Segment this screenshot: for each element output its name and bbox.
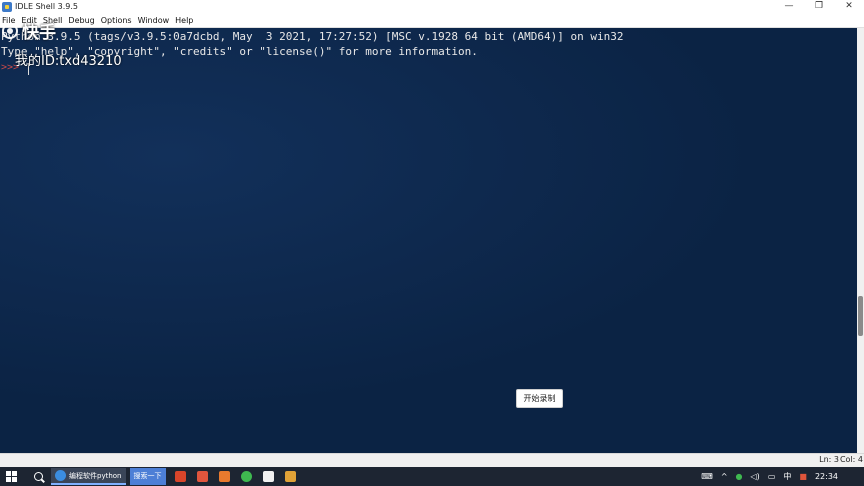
- tray-app-icon[interactable]: ●: [736, 472, 743, 481]
- start-menu-icon[interactable]: [6, 471, 17, 482]
- status-line-number: Ln: 3: [819, 455, 839, 464]
- vertical-scrollbar[interactable]: [857, 28, 864, 453]
- system-clock[interactable]: 22:34: [815, 472, 838, 481]
- status-column-number: Col: 4: [839, 455, 863, 464]
- app-orange-icon[interactable]: [218, 470, 232, 484]
- python-idle-icon: [2, 1, 12, 12]
- start-recording-button[interactable]: 开始录制: [516, 389, 563, 408]
- volume-icon[interactable]: ◁): [751, 472, 760, 481]
- file-explorer-icon[interactable]: [284, 470, 298, 484]
- window-controls: — ❐ ✕: [774, 0, 864, 13]
- menu-bar: File Edit Shell Debug Options Window Hel…: [0, 13, 864, 28]
- menu-debug[interactable]: Debug: [65, 13, 97, 28]
- minimize-button[interactable]: —: [774, 0, 804, 13]
- shell-text-area[interactable]: Python 3.9.5 (tags/v3.9.5:0a7dcbd, May 3…: [0, 28, 857, 453]
- tray-chevron-up-icon[interactable]: ^: [721, 472, 728, 481]
- keyboard-icon[interactable]: ⌨: [701, 472, 713, 481]
- shell-banner-line: Python 3.9.5 (tags/v3.9.5:0a7dcbd, May 3…: [1, 30, 624, 43]
- taskbar-search-icon[interactable]: [31, 470, 45, 484]
- ime-indicator[interactable]: 中: [783, 471, 791, 482]
- menu-help[interactable]: Help: [172, 13, 196, 28]
- window-title: IDLE Shell 3.9.5: [15, 2, 78, 11]
- office-icon[interactable]: [174, 470, 188, 484]
- system-tray: ⌨ ^ ● ◁) ▭ 中 ■ 22:34: [701, 467, 864, 486]
- watermark-id: 我的ID:txd43210: [15, 54, 122, 69]
- app-red-icon[interactable]: [196, 470, 210, 484]
- restore-button[interactable]: ❐: [804, 0, 834, 13]
- kuaishou-logo-icon: [2, 22, 18, 39]
- taskbar-search-box[interactable]: 搜索一下: [129, 468, 166, 485]
- menu-window[interactable]: Window: [135, 13, 173, 28]
- watermark-brand: 快手: [22, 23, 56, 43]
- watermark: 快手: [2, 18, 56, 43]
- python-icon[interactable]: [262, 470, 276, 484]
- taskbar-task-label: 编程软件python: [69, 471, 122, 480]
- windows-taskbar: 编程软件python 搜索一下 ⌨ ^ ● ◁) ▭ 中 ■ 22:34: [0, 467, 864, 486]
- scrollbar-thumb[interactable]: [858, 296, 863, 336]
- status-bar: Ln: 3 Col: 4: [0, 453, 864, 467]
- close-button[interactable]: ✕: [834, 0, 864, 13]
- sogou-ime-icon[interactable]: ■: [799, 472, 807, 481]
- title-bar: IDLE Shell 3.9.5 — ❐ ✕: [0, 0, 864, 13]
- menu-options[interactable]: Options: [98, 13, 135, 28]
- wechat-icon[interactable]: [240, 470, 254, 484]
- network-icon[interactable]: ▭: [768, 472, 776, 481]
- edge-browser-icon: [55, 470, 66, 481]
- taskbar-edge-task[interactable]: 编程软件python: [51, 468, 126, 485]
